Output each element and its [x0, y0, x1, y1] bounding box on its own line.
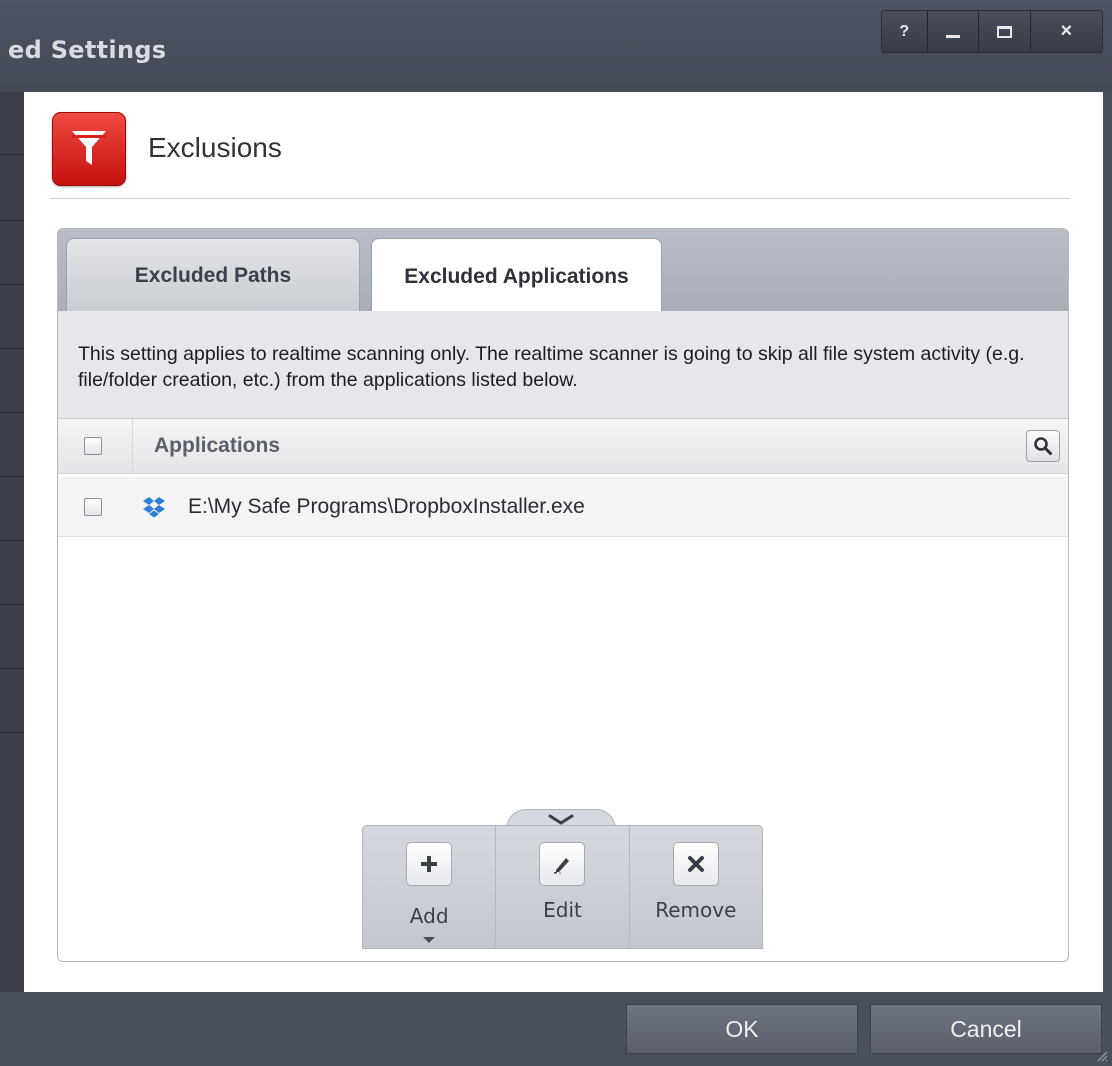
minimize-icon: [945, 35, 960, 38]
exclusions-panel: Exclusions Excluded Paths Excluded Appli…: [24, 92, 1103, 992]
help-icon: ?: [899, 22, 910, 40]
resize-grip-icon[interactable]: [1096, 1050, 1108, 1062]
tab-container: Excluded Paths Excluded Applications Thi…: [57, 228, 1069, 962]
maximize-icon: [996, 25, 1012, 38]
action-bar: Add Edit Remove: [362, 825, 763, 949]
nav-divider: [0, 732, 24, 733]
chevron-down-icon: [548, 814, 574, 825]
dropdown-arrow-icon: [423, 937, 436, 943]
dropbox-icon: [143, 497, 165, 518]
minimize-button[interactable]: [927, 11, 980, 52]
x-icon: [672, 842, 719, 886]
applications-column-header[interactable]: Applications: [154, 434, 280, 458]
filter-icon: [52, 112, 126, 186]
close-button[interactable]: ×: [1030, 11, 1102, 52]
plus-icon: [406, 842, 453, 886]
cancel-button[interactable]: Cancel: [870, 1004, 1102, 1054]
add-label: Add: [409, 904, 449, 928]
remove-button[interactable]: Remove: [630, 826, 762, 948]
nav-divider: [0, 604, 24, 605]
row-checkbox[interactable]: [84, 498, 102, 516]
window-controls: ? ×: [881, 10, 1103, 53]
nav-divider: [0, 154, 24, 155]
nav-divider: [0, 476, 24, 477]
header-divider: [50, 198, 1070, 199]
close-icon: ×: [1060, 20, 1073, 42]
tab-strip: Excluded Paths Excluded Applications: [58, 229, 1068, 314]
nav-divider: [0, 284, 24, 285]
table-row[interactable]: E:\My Safe Programs\DropboxInstaller.exe: [58, 477, 1068, 537]
nav-divider: [0, 348, 24, 349]
window-title: ed Settings: [8, 36, 167, 64]
description-text: This setting applies to realtime scannin…: [58, 311, 1068, 419]
add-button[interactable]: Add: [363, 826, 497, 948]
nav-divider: [0, 668, 24, 669]
title-bar[interactable]: ed Settings ? ×: [0, 0, 1112, 92]
tab-excluded-applications[interactable]: Excluded Applications: [371, 238, 662, 314]
nav-divider: [0, 412, 24, 413]
nav-divider: [0, 540, 24, 541]
settings-window: ed Settings ? × Exclusions Excluded Path…: [0, 0, 1112, 1066]
tab-excluded-paths[interactable]: Excluded Paths: [66, 238, 360, 312]
nav-divider: [0, 220, 24, 221]
column-separator: [132, 419, 133, 473]
page-title: Exclusions: [148, 132, 282, 163]
select-all-checkbox[interactable]: [84, 437, 102, 455]
table-header: Applications: [58, 419, 1068, 474]
edit-label: Edit: [543, 898, 582, 922]
help-button[interactable]: ?: [882, 11, 928, 52]
application-path: E:\My Safe Programs\DropboxInstaller.exe: [188, 495, 585, 518]
edit-button[interactable]: Edit: [496, 826, 630, 948]
side-navigation-edge: [0, 92, 24, 992]
search-icon: [1034, 437, 1052, 455]
ok-button[interactable]: OK: [626, 1004, 858, 1054]
remove-label: Remove: [655, 898, 737, 922]
search-button[interactable]: [1026, 430, 1060, 462]
pencil-icon: [539, 842, 586, 886]
maximize-button[interactable]: [979, 11, 1031, 52]
